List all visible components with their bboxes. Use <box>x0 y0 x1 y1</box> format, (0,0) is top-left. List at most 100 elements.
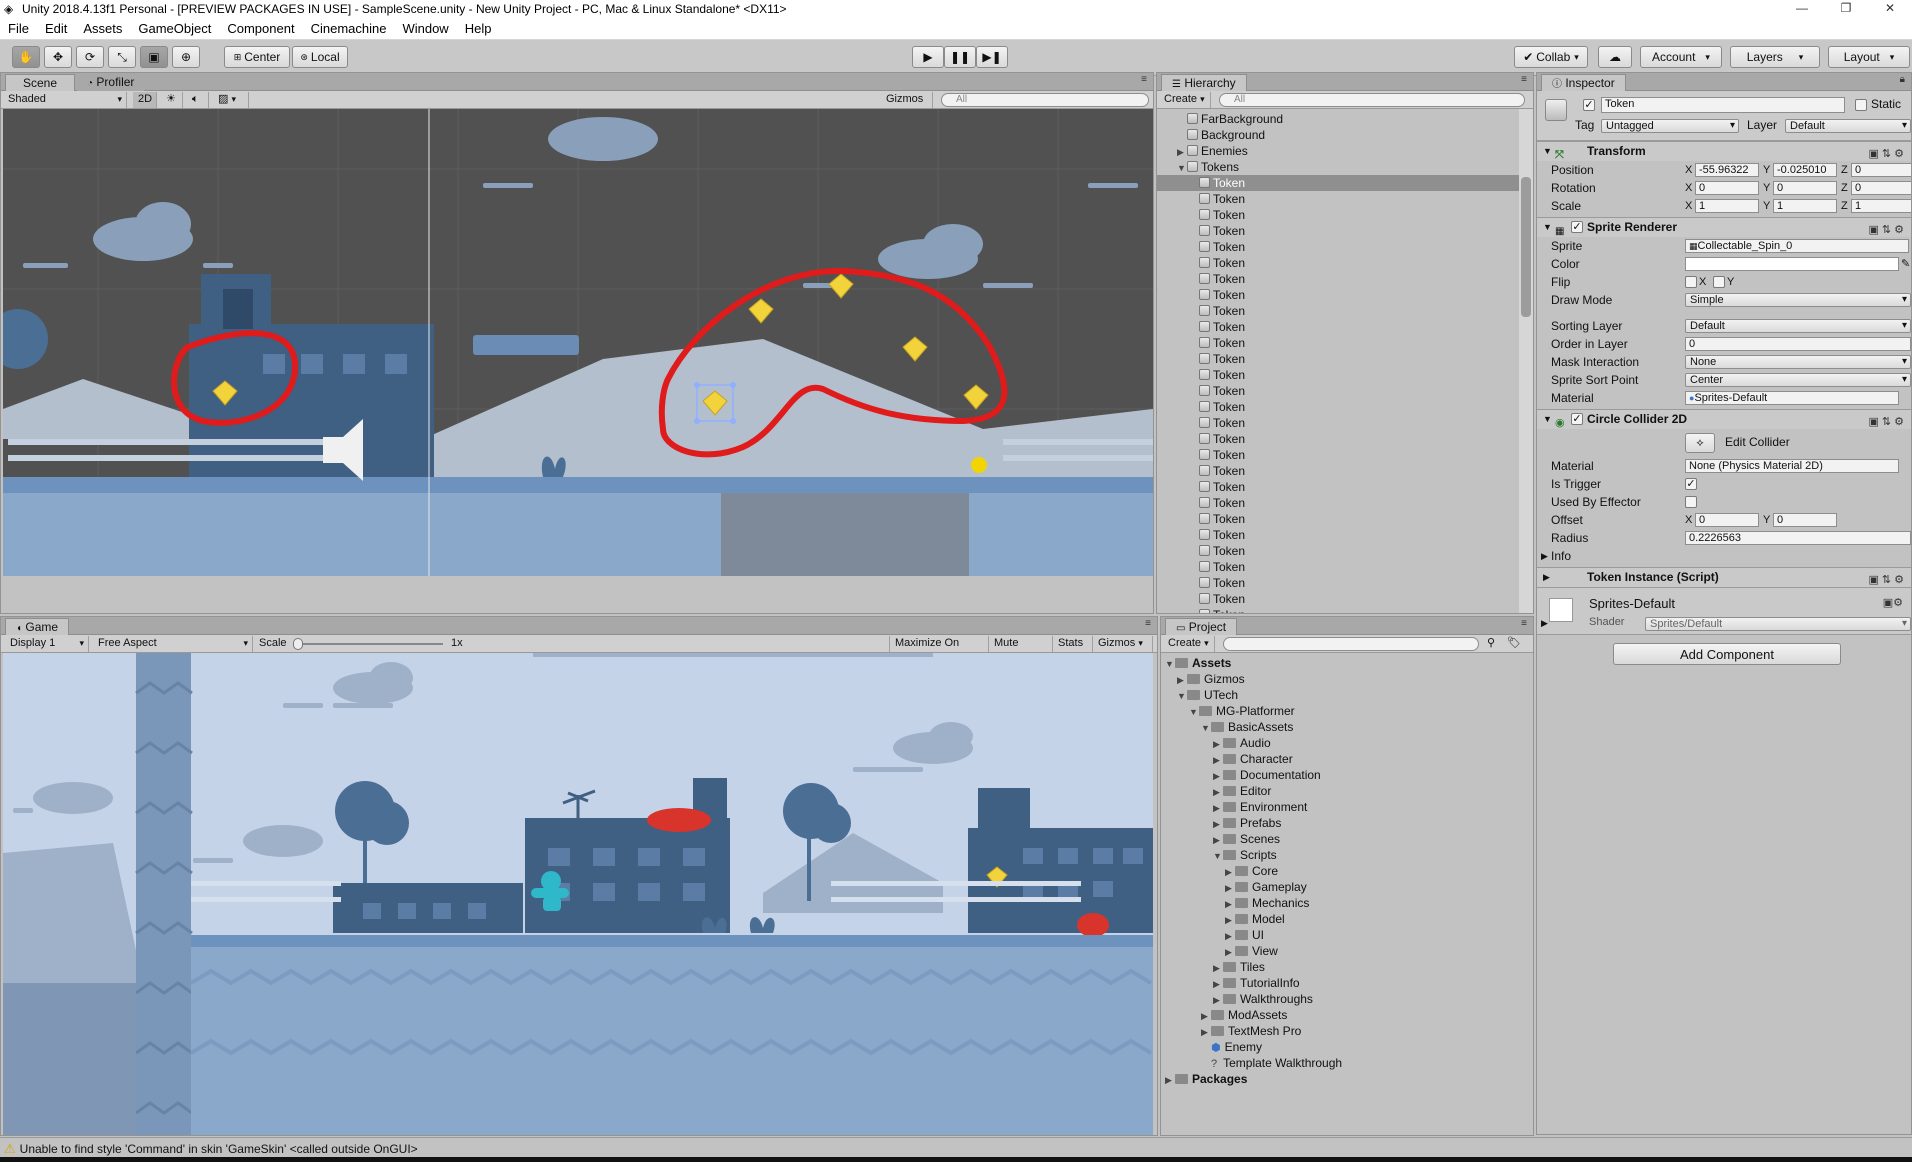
token-sprite[interactable] <box>902 336 928 362</box>
mask-interaction-dropdown[interactable]: None <box>1685 355 1911 369</box>
menu-assets[interactable]: Assets <box>75 21 130 36</box>
edit-collider-button[interactable]: ⟡ <box>1685 433 1715 453</box>
scene-lighting-toggle[interactable]: ☀ <box>161 92 183 108</box>
scene-view[interactable] <box>3 109 1153 576</box>
fold-arrow-icon[interactable]: ▶ <box>1213 752 1223 768</box>
physics-material-field[interactable]: None (Physics Material 2D) <box>1685 459 1899 473</box>
fold-arrow-icon[interactable]: ▶ <box>1225 880 1235 896</box>
fold-arrow-icon[interactable]: ▶ <box>1213 768 1223 784</box>
mute-audio-toggle[interactable]: Mute Audio <box>989 636 1053 664</box>
hierarchy-item[interactable]: Token <box>1157 271 1519 287</box>
hierarchy-item[interactable]: Token <box>1157 543 1519 559</box>
tab-project[interactable]: ▭ Project <box>1165 618 1238 635</box>
stats-toggle[interactable]: Stats <box>1053 636 1093 652</box>
game-view[interactable] <box>3 653 1153 1135</box>
2d-mode-toggle[interactable]: 2D <box>133 92 157 108</box>
scale-tool-button[interactable]: ⤡ <box>108 46 136 68</box>
maximize-on-play-toggle[interactable]: Maximize On Play <box>889 636 989 664</box>
radius-field[interactable]: 0.2226563 <box>1685 531 1911 545</box>
hierarchy-item[interactable]: ▶ Enemies <box>1157 143 1519 159</box>
hierarchy-item[interactable]: Token <box>1157 527 1519 543</box>
fold-arrow-icon[interactable]: ▶ <box>1201 1024 1211 1040</box>
offset-y-field[interactable]: 0 <box>1773 513 1837 527</box>
tag-dropdown[interactable]: Untagged <box>1601 119 1739 133</box>
hierarchy-item[interactable]: Token <box>1157 511 1519 527</box>
project-item[interactable]: ▶ Model <box>1161 911 1533 927</box>
fold-arrow-icon[interactable]: ▶ <box>1177 672 1187 688</box>
sprite-renderer-header[interactable]: ▼ ▦ ✓ Sprite Renderer ▣⇅⚙ <box>1537 217 1911 237</box>
hierarchy-scrollbar[interactable] <box>1519 109 1533 613</box>
move-tool-button[interactable]: ✥ <box>44 46 72 68</box>
project-item[interactable]: ▶ Audio <box>1161 735 1533 751</box>
filter-by-label-icon[interactable]: 🏷︎ <box>1507 636 1521 649</box>
panel-menu-icon[interactable]: ≡ <box>1141 74 1147 85</box>
hand-tool-button[interactable]: ✋ <box>12 46 40 68</box>
layer-dropdown[interactable]: Default <box>1785 119 1911 133</box>
menu-gameobject[interactable]: GameObject <box>130 21 219 36</box>
layout-dropdown[interactable]: Layout ▾ <box>1828 46 1910 68</box>
project-item[interactable]: ? Template Walkthrough <box>1161 1055 1533 1071</box>
close-button[interactable]: ✕ <box>1868 0 1912 18</box>
hierarchy-item[interactable]: Token <box>1157 383 1519 399</box>
fold-arrow-icon[interactable]: ▶ <box>1201 1008 1211 1024</box>
fold-arrow-icon[interactable]: ▶ <box>1225 864 1235 880</box>
fold-arrow-icon[interactable]: ▶ <box>1177 144 1187 160</box>
project-item[interactable]: ▶ TextMesh Pro <box>1161 1023 1533 1039</box>
offset-x-field[interactable]: 0 <box>1695 513 1759 527</box>
tab-scene[interactable]: Scene <box>5 74 75 91</box>
position-y-field[interactable]: -0.025010 <box>1773 163 1837 177</box>
hierarchy-item[interactable]: Token <box>1157 207 1519 223</box>
menu-cinemachine[interactable]: Cinemachine <box>303 21 395 36</box>
fold-arrow-icon[interactable]: ▶ <box>1165 1072 1175 1088</box>
tab-profiler[interactable]: ◔ Profiler <box>77 74 145 91</box>
filter-by-type-icon[interactable]: ⚲ <box>1487 636 1495 649</box>
hierarchy-item[interactable]: Token <box>1157 479 1519 495</box>
rotation-x-field[interactable]: 0 <box>1695 181 1759 195</box>
fold-arrow-icon[interactable]: ▶ <box>1541 618 1548 629</box>
project-item[interactable]: ▶ Scenes <box>1161 831 1533 847</box>
tab-game[interactable]: ◖ Game <box>5 618 70 635</box>
token-instance-header[interactable]: ▶ Token Instance (Script) ▣⇅⚙ <box>1537 567 1911 587</box>
fold-arrow-icon[interactable]: ▶ <box>1225 944 1235 960</box>
panel-menu-icon[interactable]: ≡ <box>1521 618 1527 629</box>
project-item[interactable]: ▶ Environment <box>1161 799 1533 815</box>
hierarchy-create-dropdown[interactable]: Create ▾ <box>1159 92 1211 108</box>
hierarchy-item[interactable]: Token <box>1157 239 1519 255</box>
game-gizmos-dropdown[interactable]: Gizmos ▾ <box>1093 636 1153 652</box>
transform-tool-button[interactable]: ⊕ <box>172 46 200 68</box>
play-button[interactable]: ▶ <box>912 46 944 68</box>
project-create-dropdown[interactable]: Create ▾ <box>1163 636 1215 652</box>
flip-y-checkbox[interactable] <box>1713 276 1725 288</box>
eyedropper-icon[interactable]: ✎ <box>1901 255 1910 273</box>
sprite-sort-point-dropdown[interactable]: Center <box>1685 373 1911 387</box>
fold-arrow-icon[interactable]: ▼ <box>1543 142 1552 161</box>
fold-arrow-icon[interactable]: ▶ <box>1213 736 1223 752</box>
scene-audio-toggle[interactable]: 🔈︎ <box>187 92 209 108</box>
aspect-dropdown[interactable]: Free Aspect ▾ <box>93 636 253 652</box>
is-trigger-checkbox[interactable]: ✓ <box>1685 478 1697 490</box>
panel-menu-icon[interactable]: ≡ <box>1521 74 1527 85</box>
menu-window[interactable]: Window <box>394 21 456 36</box>
component-menu-icons[interactable]: ▣⇅⚙ <box>1869 413 1907 432</box>
fold-arrow-icon[interactable]: ▼ <box>1177 688 1187 704</box>
hierarchy-item[interactable]: ▼ Tokens <box>1157 159 1519 175</box>
minimize-button[interactable]: — <box>1780 0 1824 18</box>
pause-button[interactable]: ❚❚ <box>944 46 976 68</box>
project-item[interactable]: ▶ Mechanics <box>1161 895 1533 911</box>
scene-effects-dropdown[interactable]: ▨ ▾ <box>213 92 249 108</box>
fold-arrow-icon[interactable]: ▶ <box>1213 816 1223 832</box>
fold-arrow-icon[interactable]: ▶ <box>1225 928 1235 944</box>
hierarchy-item[interactable]: Token <box>1157 415 1519 431</box>
hierarchy-item[interactable]: Token <box>1157 191 1519 207</box>
hierarchy-item[interactable]: Background <box>1157 127 1519 143</box>
project-item[interactable]: ▼ MG-Platformer <box>1161 703 1533 719</box>
project-search-input[interactable] <box>1223 637 1479 651</box>
hierarchy-item[interactable]: Token <box>1157 591 1519 607</box>
sprite-renderer-enabled-checkbox[interactable]: ✓ <box>1571 221 1583 233</box>
shading-mode-dropdown[interactable]: Shaded ▾ <box>3 92 127 108</box>
hierarchy-item[interactable]: Token <box>1157 559 1519 575</box>
scale-z-field[interactable]: 1 <box>1851 199 1911 213</box>
order-in-layer-field[interactable]: 0 <box>1685 337 1911 351</box>
scale-slider-track[interactable] <box>293 638 443 650</box>
rotation-y-field[interactable]: 0 <box>1773 181 1837 195</box>
